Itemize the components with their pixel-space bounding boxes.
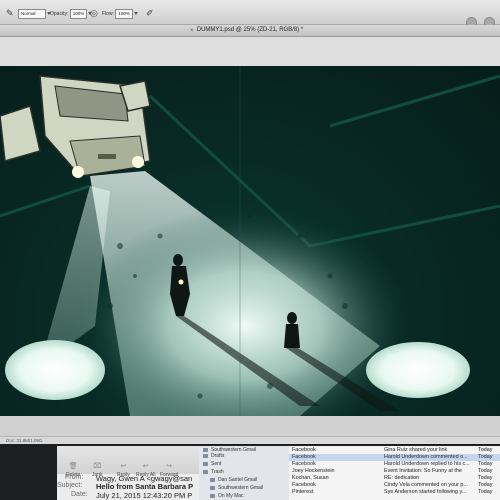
ground-spotlight-right [366, 342, 470, 398]
opacity-label: Opacity: [50, 10, 69, 17]
message-from: Joey Hockenstein [292, 468, 335, 474]
message-subject: Gina Ruiz shared your link [384, 447, 448, 453]
chevron-down-icon [133, 12, 138, 15]
document-info: Doc: 31.8M/1.05G [6, 438, 43, 443]
message-subject: Event Invitation: So Funny at the [384, 468, 462, 474]
account-icon [210, 477, 215, 482]
flow-value[interactable]: 100% [115, 8, 133, 19]
illustration [0, 66, 500, 416]
document-tab[interactable]: × DUMMY1.psd @ 25% (ZD-21, RGB/8) * [0, 25, 500, 37]
ground-spotlight-left [5, 340, 105, 400]
flying-car [0, 75, 151, 178]
opacity-control[interactable]: Opacity: 100% [50, 8, 93, 19]
sent-icon [203, 461, 208, 466]
message-from: Facebook [292, 454, 316, 460]
trash-icon [203, 469, 208, 474]
message-subject: Harold Underdown replied to his c... [384, 461, 470, 467]
drafts-icon [203, 453, 208, 458]
mode-select[interactable]: Normal [18, 8, 51, 19]
mailbox-item[interactable]: Trash [203, 469, 224, 475]
message-date: Today [478, 489, 493, 495]
message-subject: Harold Underdown commented o... [384, 454, 468, 460]
message-date: Today [478, 475, 493, 481]
pressure-opacity-icon[interactable]: ◎ [90, 8, 100, 18]
account-icon [210, 485, 215, 490]
flow-label: Flow: [102, 10, 114, 17]
message-from: Facebook [292, 461, 316, 467]
message-date: Today [478, 461, 493, 467]
mailbox-label: Southwestern Gmail [218, 485, 264, 491]
monitor-screen: ✎ Normal Opacity: 100% ◎ Flow: 100% ✐ × … [0, 0, 500, 500]
message-from: Facebook [292, 482, 316, 488]
mailbox-item[interactable]: Sent [203, 461, 221, 467]
message-from: Pinterest [292, 489, 314, 495]
message-from: Facebook [292, 447, 316, 453]
date-value: July 21, 2015 12:43:20 PM P [96, 491, 193, 500]
message-from: Kochan, Susan [292, 475, 329, 481]
message-subject: Sye Anderson started following y... [384, 489, 467, 495]
message-list: Facebook Gina Ruiz shared your link Today … [289, 446, 500, 500]
date-label: Date: [71, 491, 88, 498]
reply-all-icon: ↩ [142, 463, 149, 470]
road-line [0, 184, 91, 218]
options-bar: ✎ Normal Opacity: 100% ◎ Flow: 100% ✐ [0, 0, 500, 28]
from-label: From: [65, 474, 84, 481]
mailbox-label: Sent [211, 461, 222, 467]
forward-icon: ↪ [166, 463, 173, 470]
airbrush-icon[interactable]: ✐ [146, 8, 156, 18]
subject-value: Hello from Santa Barbara P [96, 482, 194, 491]
message-row[interactable]: Facebook Cindy Vela commented on your p..… [289, 482, 500, 489]
message-subject: RE: dedication [384, 475, 420, 481]
subject-label: Subject: [57, 482, 83, 489]
message-row[interactable]: Facebook Harold Underdown commented o... T… [289, 454, 500, 461]
message-date: Today [478, 454, 493, 460]
mailbox-label: Dan Santel Gmail [218, 477, 258, 483]
opacity-value[interactable]: 100% [69, 8, 88, 19]
brush-tool-icon[interactable]: ✎ [6, 8, 16, 18]
computer-icon [210, 493, 215, 498]
account-icon [203, 447, 208, 452]
message-row[interactable]: Facebook Gina Ruiz shared your link Today [289, 447, 500, 454]
trash-icon: 🗑 [68, 463, 78, 470]
mailbox-label: Drafts [211, 453, 225, 459]
message-row[interactable]: Kochan, Susan RE: dedication Today [289, 475, 500, 482]
canvas-artwork[interactable] [0, 66, 500, 416]
road-line [329, 74, 500, 128]
message-row[interactable]: Joey Hockenstein Event Invitation: So Fun… [289, 468, 500, 475]
mode-value: Normal [18, 8, 46, 19]
mailbox-item[interactable]: Dan Santel Gmail [210, 477, 257, 483]
junk-icon: ⌧ [93, 463, 102, 470]
close-icon[interactable]: × [190, 26, 194, 37]
flow-control[interactable]: Flow: 100% [102, 8, 138, 19]
mailbox-item[interactable]: On My Mac [210, 493, 244, 499]
message-subject: Cindy Vela commented on your p... [384, 482, 468, 488]
message-row[interactable]: Pinterest Sye Anderson started following … [289, 489, 500, 496]
mailbox-label: On My Mac [218, 493, 244, 499]
message-date: Today [478, 447, 493, 453]
mailbox-item[interactable]: Drafts [203, 453, 224, 459]
reply-icon: ↩ [120, 463, 127, 470]
message-date: Today [478, 468, 493, 474]
mailbox-item[interactable]: Southwestern Gmail [210, 485, 263, 491]
message-row[interactable]: Facebook Harold Underdown replied to his … [289, 461, 500, 468]
mailbox-label: Trash [211, 469, 224, 475]
document-title: DUMMY1.psd @ 25% (ZD-21, RGB/8) * [196, 27, 304, 33]
message-date: Today [478, 482, 493, 488]
